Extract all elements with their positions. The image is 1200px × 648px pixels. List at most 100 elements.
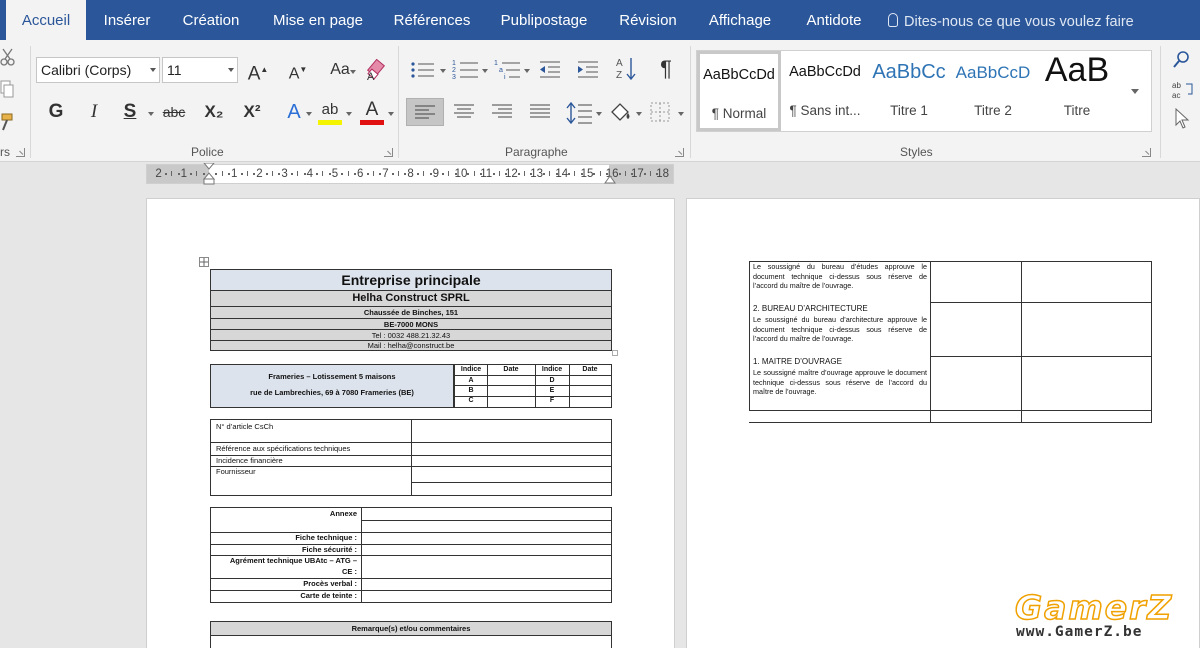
ruler-area: 2 1 1 2 3 4 5 6 7 8 9 10 11 12 13 14 15 16 17 18 [0, 162, 1200, 186]
format-painter-icon[interactable] [0, 112, 16, 132]
group-separator [398, 46, 399, 158]
color-chart-label: Carte de teinte : [300, 591, 357, 600]
tab-creation[interactable]: Création [176, 0, 246, 40]
justify-button[interactable] [526, 98, 554, 126]
align-left-button[interactable] [406, 98, 444, 126]
strikethrough-button[interactable]: abc [160, 98, 188, 126]
ruler-tick [353, 173, 356, 175]
decrease-indent-icon[interactable] [538, 60, 562, 80]
tab-publipostage[interactable]: Publipostage [496, 0, 592, 40]
multilevel-list-icon[interactable]: 1ai [494, 58, 522, 80]
chevron-down-icon[interactable] [636, 112, 642, 116]
show-formatting-button[interactable]: ¶ [652, 55, 680, 83]
clipboard-launcher[interactable] [16, 148, 25, 157]
subscript-button[interactable]: X₂ [200, 98, 228, 126]
copy-icon[interactable] [0, 80, 14, 100]
row-divider [211, 306, 611, 307]
style-titre-2[interactable]: AaBbCcD Titre 2 [951, 51, 1035, 131]
paragraph-launcher[interactable] [675, 148, 684, 157]
chevron-down-icon[interactable] [524, 69, 530, 73]
ruler-tick [643, 173, 646, 175]
styles-more-button[interactable] [1118, 50, 1152, 132]
table-move-handle-icon[interactable] [199, 257, 209, 267]
chevron-down-icon[interactable] [482, 69, 488, 73]
font-name-combo[interactable]: Calibri (Corps) [36, 57, 160, 83]
right-indent-marker-icon[interactable] [603, 173, 617, 185]
styles-launcher[interactable] [1142, 148, 1151, 157]
text-effects-button[interactable]: A [280, 98, 308, 126]
borders-icon[interactable] [650, 102, 670, 122]
tell-me-box[interactable]: Dites-nous ce que vous voulez faire [888, 0, 1134, 40]
company-table: Entreprise principale Helha Construct SP… [210, 269, 612, 351]
sort-icon[interactable]: AZ [616, 56, 638, 82]
group-separator [1160, 46, 1161, 158]
cut-icon[interactable] [0, 48, 16, 68]
style-normal[interactable]: AaBbCcDd ¶ Normal [697, 51, 781, 131]
ruler-tick [467, 173, 470, 175]
select-cursor-icon[interactable] [1174, 108, 1192, 130]
bullets-icon[interactable] [410, 60, 436, 80]
indent-marker-icon[interactable] [202, 163, 216, 185]
line-spacing-icon[interactable] [566, 102, 592, 124]
police-launcher[interactable] [384, 148, 393, 157]
shrink-font-button[interactable]: A▼ [284, 56, 312, 84]
chevron-down-icon[interactable] [148, 112, 154, 116]
italic-button[interactable]: I [80, 98, 108, 126]
ruler-tick [416, 173, 419, 175]
tab-accueil[interactable]: Accueil [6, 0, 86, 40]
chevron-down-icon[interactable] [596, 112, 602, 116]
tab-affichage[interactable]: Affichage [702, 0, 778, 40]
tab-inserer[interactable]: Insérer [96, 0, 158, 40]
style-sample: AaB [1044, 51, 1110, 89]
increase-indent-icon[interactable] [576, 60, 600, 80]
document-page-2[interactable]: Le soussigné du bureau d’études approuve… [686, 198, 1200, 648]
replace-icon[interactable]: abac [1172, 80, 1196, 100]
tab-revision[interactable]: Révision [614, 0, 682, 40]
chevron-down-icon[interactable] [350, 70, 356, 74]
chevron-down-icon [228, 68, 234, 72]
table-resize-handle[interactable] [612, 350, 618, 356]
styles-gallery: AaBbCcDd ¶ Normal AaBbCcDd ¶ Sans int...… [696, 50, 1152, 132]
ruler-tick [290, 173, 293, 175]
document-page-1[interactable]: Entreprise principale Helha Construct SP… [146, 198, 675, 648]
svg-text:2: 2 [452, 67, 456, 74]
svg-text:Z: Z [616, 70, 622, 81]
ruler-tick [272, 171, 273, 176]
clear-formatting-icon[interactable]: A [366, 58, 390, 82]
svg-text:ab: ab [1172, 81, 1181, 90]
chevron-down-icon[interactable] [440, 69, 446, 73]
lightbulb-icon [888, 13, 898, 27]
grow-font-button[interactable]: A▲ [244, 56, 272, 84]
chevron-down-icon[interactable] [678, 112, 684, 116]
superscript-button[interactable]: X² [238, 98, 266, 126]
company-address-2: BE-7000 MONS [383, 319, 439, 329]
chevron-down-icon [150, 68, 156, 72]
bold-button[interactable]: G [42, 98, 70, 126]
up-caret-icon: ▲ [260, 65, 269, 74]
tab-antidote[interactable]: Antidote [800, 0, 868, 40]
find-icon[interactable] [1172, 50, 1192, 70]
column-divider [749, 262, 750, 410]
shading-icon[interactable] [608, 100, 634, 124]
style-sans-interligne[interactable]: AaBbCcDd ¶ Sans int... [783, 51, 867, 131]
underline-button[interactable]: S [116, 98, 144, 126]
tab-references[interactable]: Références [390, 0, 474, 40]
chevron-down-icon[interactable] [346, 112, 352, 116]
row-divider [211, 635, 611, 636]
font-size-combo[interactable]: 11 [162, 57, 238, 83]
numbering-icon[interactable]: 123 [452, 58, 480, 80]
align-right-button[interactable] [488, 98, 516, 126]
align-center-button[interactable] [450, 98, 478, 126]
subscript-label: X₂ [204, 102, 224, 121]
font-color-label: A [365, 99, 379, 120]
style-titre[interactable]: AaB Titre [1035, 51, 1119, 131]
owner-approval-text: Le soussigné maître d’ouvrage approuve l… [753, 368, 927, 396]
tab-mise-en-page[interactable]: Mise en page [268, 0, 368, 40]
ruler-tick [530, 173, 533, 175]
chevron-down-icon[interactable] [306, 112, 312, 116]
ruler-tick [347, 171, 349, 176]
text-effects-label: A [287, 101, 301, 123]
chevron-down-icon[interactable] [388, 112, 394, 116]
style-titre-1[interactable]: AaBbCc Titre 1 [867, 51, 951, 131]
horizontal-ruler[interactable]: 2 1 1 2 3 4 5 6 7 8 9 10 11 12 13 14 15 16 17 18 [146, 163, 674, 185]
